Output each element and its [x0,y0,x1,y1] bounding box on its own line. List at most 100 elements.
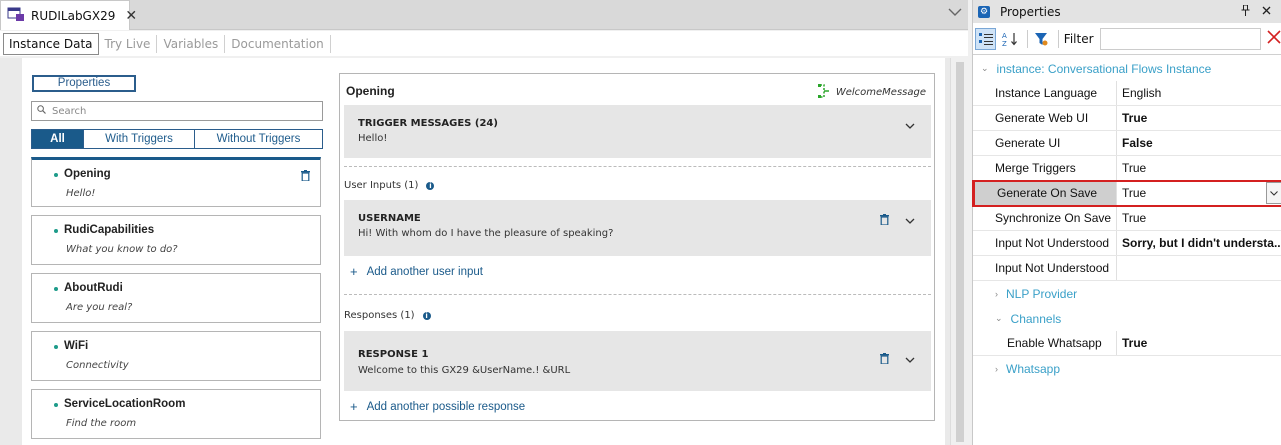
close-icon[interactable] [1262,4,1271,19]
flow-item-servicelocationroom[interactable]: ServiceLocationRoom Find the room [31,389,321,439]
search-input[interactable]: Search [31,101,323,121]
property-name: Generate UI [973,131,1117,155]
property-value: True [1122,186,1147,200]
divider [344,166,931,167]
add-user-input-link[interactable]: + Add another user input [350,264,483,279]
property-value[interactable]: English [1117,81,1281,105]
property-row-generate-ui[interactable]: Generate UI False [973,131,1281,156]
properties-title: Properties [1000,4,1061,19]
property-name: Input Not Understood [973,256,1117,280]
categorized-view-icon[interactable] [975,27,997,50]
property-value[interactable]: True [1117,156,1281,180]
category-nlp-provider-label: NLP Provider [1006,286,1078,301]
category-instance-label: instance: Conversational Flows Instance [996,61,1212,76]
flow-item-aboutrudi[interactable]: AboutRudi Are you real? [31,273,321,323]
sort-alphabetical-icon[interactable]: AZ [999,28,1020,50]
flow-name: AboutRudi [54,282,123,294]
flow-item-wifi[interactable]: WiFi Connectivity [31,331,321,381]
flow-item-opening[interactable]: Opening Hello! [31,157,321,207]
chevron-right-icon[interactable]: › [995,364,998,374]
property-value[interactable]: Sorry, but I didn't understa... [1117,231,1281,255]
document-tab[interactable]: RUDILabGX29 ✕ [0,0,137,30]
info-icon[interactable]: i [426,181,435,190]
welcome-message-link[interactable]: WelcomeMessage [817,84,926,101]
svg-text:A: A [1002,32,1007,40]
info-icon[interactable]: i [422,311,431,320]
properties-titlebar: ⚙ Properties [973,0,1281,23]
property-row-input-not-understood[interactable]: Input Not Understood Sorry, but I didn't… [973,231,1281,256]
filter-with-triggers[interactable]: With Triggers [83,130,194,148]
property-name: Instance Language [973,81,1117,105]
filter-all[interactable]: All [32,130,83,148]
filter-label: Filter [1063,31,1094,46]
flow-description: Find the room [66,418,137,429]
username-input-box[interactable]: USERNAME Hi! With whom do I have the ple… [344,200,931,256]
property-row-instance-language[interactable]: Instance Language English [973,81,1281,106]
flow-name: Opening [54,168,111,180]
property-value[interactable]: True [1117,206,1281,230]
property-value[interactable] [1117,256,1281,280]
responses-label: Responses (1) i [344,310,431,321]
tab-variables[interactable]: Variables [157,34,226,53]
flow-link-icon [817,84,830,101]
trash-icon[interactable] [880,214,889,228]
flow-name: RudiCapabilities [53,224,155,236]
property-row-merge-triggers[interactable]: Merge Triggers True [973,156,1281,181]
properties-button[interactable]: Properties [32,75,136,92]
chevron-right-icon[interactable]: › [995,289,998,299]
trigger-messages-box[interactable]: TRIGGER MESSAGES (24) Hello! [344,105,931,158]
property-value[interactable]: False [1117,131,1281,155]
chevron-down-icon[interactable] [948,6,962,21]
response-text: Welcome to this GX29 &UserName.! &URL [358,365,571,376]
gear-icon: ⚙ [978,5,990,18]
property-value-select[interactable]: True [1117,181,1281,205]
flow-name: WiFi [53,340,89,352]
property-name: Input Not Understood [973,231,1117,255]
scrollbar-thumb[interactable] [956,62,964,442]
trash-icon[interactable] [301,170,310,184]
filter-without-triggers[interactable]: Without Triggers [194,130,322,148]
filter-input[interactable] [1099,27,1261,50]
category-whatsapp[interactable]: › Whatsapp [973,356,1281,381]
pin-icon[interactable] [1241,4,1250,19]
search-icon [37,105,46,117]
tab-documentation[interactable]: Documentation [225,34,331,53]
close-icon[interactable]: ✕ [125,8,137,24]
property-value[interactable]: True [1117,331,1281,355]
flow-item-rudicapabilities[interactable]: RudiCapabilities What you know to do? [31,215,321,265]
username-title: USERNAME [358,213,421,224]
chevron-down-icon[interactable] [905,214,915,228]
user-inputs-text: User Inputs (1) [344,180,419,191]
tab-try-live[interactable]: Try Live [99,34,158,53]
tab-instance-data[interactable]: Instance Data [3,32,99,55]
chevron-down-icon[interactable]: ⌄ [981,63,989,74]
plus-icon: + [350,399,358,414]
property-row-generate-on-save[interactable]: Generate On Save True [972,180,1281,207]
property-name: Enable Whatsapp [973,331,1117,355]
properties-toolbar: AZ Filter [973,23,1281,55]
document-tab-title: RUDILabGX29 [31,8,116,23]
category-channels[interactable]: ⌄ Channels [973,306,1281,331]
dropdown-arrow-icon[interactable] [1266,182,1281,204]
response-1-box[interactable]: RESPONSE 1 Welcome to this GX29 &UserNam… [344,331,931,391]
property-row-synchronize-on-save[interactable]: Synchronize On Save True [973,206,1281,231]
add-response-label: Add another possible response [366,400,526,413]
category-nlp-provider[interactable]: › NLP Provider [973,281,1281,306]
add-response-link[interactable]: + Add another possible response [350,399,525,414]
filter-icon[interactable] [1031,28,1052,50]
category-instance[interactable]: ⌄ instance: Conversational Flows Instanc… [973,56,1281,81]
chevron-down-icon[interactable] [905,119,915,133]
vertical-scrollbar[interactable] [950,58,968,445]
chevron-down-icon[interactable] [905,353,915,367]
flow-detail-panel: Opening WelcomeMessage TRIGGER MESSAGES … [339,73,935,421]
chevron-down-icon[interactable]: ⌄ [995,313,1003,324]
property-row-input-not-understood-2[interactable]: Input Not Understood [973,256,1281,281]
trash-icon[interactable] [880,353,889,367]
clear-filter-icon[interactable] [1267,29,1281,49]
property-value[interactable]: True [1117,106,1281,130]
trigger-messages-title: TRIGGER MESSAGES (24) [358,118,498,129]
property-row-enable-whatsapp[interactable]: Enable Whatsapp True [973,331,1281,356]
property-row-generate-web-ui[interactable]: Generate Web UI True [973,106,1281,131]
svg-text:Z: Z [1002,40,1007,47]
flow-title: Opening [346,84,395,98]
